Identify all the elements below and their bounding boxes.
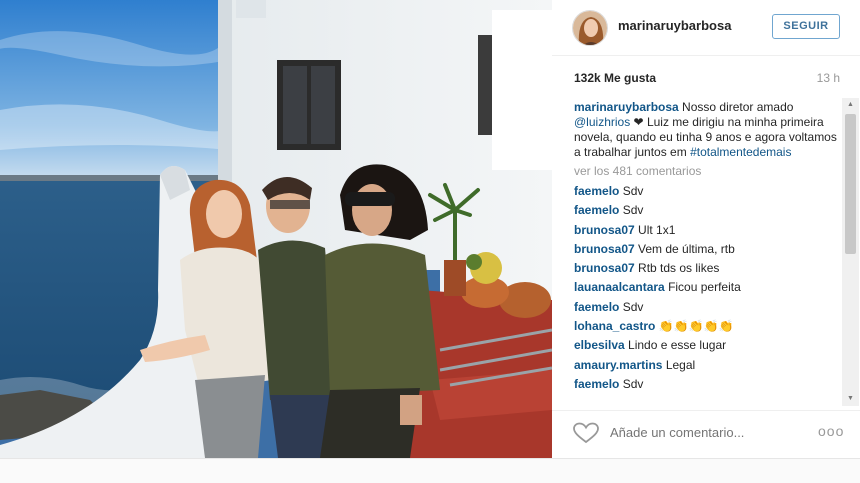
heart-outline-icon[interactable] — [572, 421, 600, 445]
comment-text: Ficou perfeita — [668, 280, 741, 295]
comment-text: Sdv — [622, 299, 644, 314]
comment-row: lohana_castro 👏👏👏👏👏 — [574, 319, 846, 338]
comment-text: Lindo e esse lugar — [628, 338, 727, 353]
comment-username[interactable]: lohana_castro — [574, 319, 655, 333]
comment-row: lauanaalcantara Ficou perfeita — [574, 280, 846, 299]
avatar[interactable] — [572, 10, 608, 46]
comment-text: Sdv — [622, 376, 644, 391]
caption-heart: ❤ — [630, 115, 647, 129]
comment-text: 👏👏👏👏👏 — [658, 319, 734, 334]
post-photo[interactable] — [0, 0, 552, 458]
comment-username[interactable]: faemelo — [574, 203, 619, 217]
post-caption: marinaruybarbosa Nosso diretor amado @lu… — [574, 100, 846, 160]
comment-row: faemelo Sdv — [574, 377, 846, 396]
comment-text: Ult 1x1 — [638, 222, 676, 237]
comment-text: Legal — [665, 357, 696, 372]
comment-row: brunosa07 Rtb tds os likes — [574, 261, 846, 280]
comment-row: faemelo Sdv — [574, 203, 846, 222]
post-time[interactable]: 13 h — [817, 71, 840, 85]
post-stats: 132k Me gusta 13 h — [574, 71, 840, 85]
caption-mention[interactable]: @luizhrios — [574, 115, 630, 129]
comment-username[interactable]: elbesilva — [574, 338, 625, 352]
comment-username[interactable]: faemelo — [574, 377, 619, 391]
page-bottom-strip — [0, 458, 860, 483]
post-footer: ooo — [552, 410, 860, 458]
post-username[interactable]: marinaruybarbosa — [618, 18, 731, 33]
comment-text: Sdv — [622, 203, 644, 218]
comment-username[interactable]: brunosa07 — [574, 242, 635, 256]
photo-scene — [0, 0, 552, 458]
comment-username[interactable]: brunosa07 — [574, 223, 635, 237]
comment-row: faemelo Sdv — [574, 184, 846, 203]
comment-username[interactable]: amaury.martins — [574, 358, 662, 372]
comment-username[interactable]: lauanaalcantara — [574, 280, 665, 294]
post-side-panel: marinaruybarbosa SEGUIR 132k Me gusta 13… — [552, 0, 860, 458]
comment-row: elbesilva Lindo e esse lugar — [574, 338, 846, 357]
scroll-down-arrow-icon[interactable]: ▼ — [842, 392, 859, 406]
ellipsis-icon[interactable]: ooo — [818, 423, 844, 439]
add-comment-input[interactable] — [610, 425, 790, 440]
comment-row: brunosa07 Ult 1x1 — [574, 223, 846, 242]
caption-text-1: Nosso diretor amado — [678, 100, 794, 114]
follow-button[interactable]: SEGUIR — [772, 14, 840, 39]
avatar-image — [573, 11, 607, 45]
comment-row: faemelo Sdv — [574, 300, 846, 319]
comment-text: Sdv — [622, 184, 644, 198]
comment-row: amaury.martins Legal — [574, 358, 846, 377]
comment-text: Rtb tds os likes — [638, 261, 720, 276]
comments-list: marinaruybarbosa Nosso diretor amado @lu… — [574, 100, 846, 404]
caption-hashtag[interactable]: #totalmentedemais — [690, 145, 791, 159]
comment-row: brunosa07 Vem de última, rtb — [574, 242, 846, 261]
comment-text: Vem de última, rtb — [638, 241, 735, 256]
comments-scrollbar[interactable]: ▲ ▼ — [842, 98, 859, 406]
caption-username[interactable]: marinaruybarbosa — [574, 100, 679, 114]
post-header: marinaruybarbosa SEGUIR — [552, 0, 860, 56]
comment-username[interactable]: faemelo — [574, 300, 619, 314]
comment-rows: faemelo Sdv faemelo Sdv brunosa07 Ult 1x… — [574, 184, 846, 396]
scroll-up-arrow-icon[interactable]: ▲ — [842, 98, 859, 112]
comment-username[interactable]: faemelo — [574, 184, 619, 198]
view-all-comments-link[interactable]: ver los 481 comentarios — [574, 164, 846, 179]
comment-username[interactable]: brunosa07 — [574, 261, 635, 275]
scrollbar-thumb[interactable] — [845, 114, 856, 254]
likes-count[interactable]: 132k Me gusta — [574, 71, 656, 85]
